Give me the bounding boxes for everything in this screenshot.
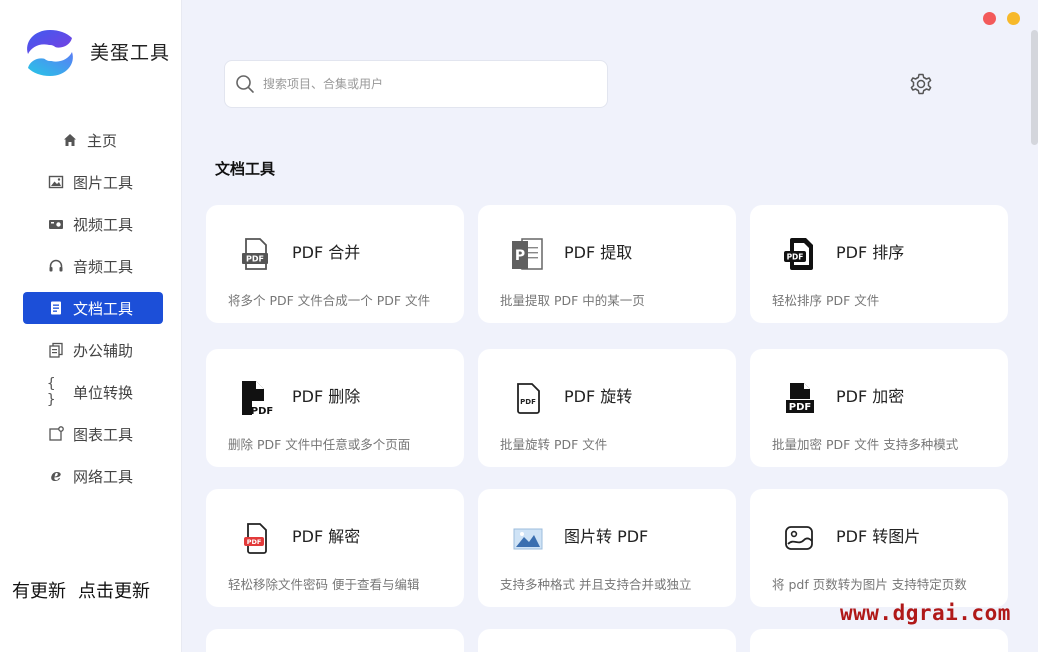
card-desc: 删除 PDF 文件中任意或多个页面 bbox=[228, 437, 411, 452]
card-desc: 轻松移除文件密码 便于查看与编辑 bbox=[228, 577, 420, 592]
card-desc: 轻松排序 PDF 文件 bbox=[772, 293, 880, 308]
card-partial[interactable] bbox=[750, 629, 1008, 652]
sidebar-item-label: 单位转换 bbox=[73, 383, 134, 402]
pdf-sort-icon: PDF bbox=[784, 238, 813, 270]
card-pdf-to-image[interactable]: PDF 转图片 将 pdf 页数转为图片 支持特定页数 bbox=[750, 489, 1008, 607]
card-image-to-pdf[interactable]: 图片转 PDF 支持多种格式 并且支持合并或独立 bbox=[478, 489, 736, 607]
pdf-to-image-icon bbox=[785, 526, 813, 550]
sidebar-item-unit-convert[interactable]: { } 单位转换 bbox=[23, 376, 163, 408]
browser-icon: e bbox=[50, 466, 62, 486]
card-pdf-rotate[interactable]: PDF PDF 旋转 批量旋转 PDF 文件 bbox=[478, 349, 736, 467]
sidebar-item-network-tools[interactable]: e 网络工具 bbox=[23, 460, 163, 492]
sidebar-item-home[interactable]: 主页 bbox=[23, 124, 163, 156]
card-desc: 支持多种格式 并且支持合并或独立 bbox=[500, 577, 692, 592]
card-pdf-extract[interactable]: P PDF 提取 批量提取 PDF 中的某一页 bbox=[478, 205, 736, 323]
app-name: 美蛋工具 bbox=[90, 42, 171, 64]
card-title: PDF 提取 bbox=[564, 243, 633, 262]
watermark: www.dgrai.com bbox=[840, 601, 1011, 625]
sidebar: 美蛋工具 主页 图片工具 视频工具 音频工具 文档工具 办公辅助 {} 单位转… bbox=[0, 0, 182, 652]
update-link[interactable]: 点击更新 bbox=[78, 581, 150, 602]
sidebar-item-label: 图表工具 bbox=[73, 425, 134, 444]
image-to-pdf-icon bbox=[513, 528, 543, 550]
card-desc: 批量加密 PDF 文件 支持多种模式 bbox=[772, 437, 959, 452]
card-desc: 批量旋转 PDF 文件 bbox=[500, 437, 608, 452]
sidebar-item-label: 音频工具 bbox=[73, 257, 134, 276]
pdf-decrypt-icon: PDF bbox=[244, 523, 267, 554]
sidebar-item-document-tools[interactable]: 文档工具 bbox=[23, 292, 163, 324]
card-partial[interactable] bbox=[478, 629, 736, 652]
sidebar-item-video-tools[interactable]: 视频工具 bbox=[23, 208, 163, 240]
search-icon bbox=[236, 75, 254, 93]
close-button[interactable] bbox=[983, 12, 996, 25]
card-title: PDF 旋转 bbox=[564, 387, 633, 406]
pdf-merge-icon: PDF bbox=[242, 238, 268, 270]
update-notice: 有更新 点击更新 bbox=[12, 577, 162, 603]
sidebar-item-image-tools[interactable]: 图片工具 bbox=[23, 166, 163, 198]
pdf-rotate-icon: PDF bbox=[517, 383, 540, 414]
card-title: PDF 加密 bbox=[836, 387, 905, 406]
gear-icon[interactable] bbox=[907, 70, 935, 98]
svg-text:PDF: PDF bbox=[246, 255, 264, 264]
app-logo bbox=[27, 30, 73, 76]
section-title: 文档工具 bbox=[215, 160, 276, 178]
image-icon bbox=[47, 173, 65, 191]
svg-text:PDF: PDF bbox=[247, 538, 262, 546]
headphones-icon bbox=[47, 257, 65, 275]
search-input[interactable] bbox=[263, 77, 583, 91]
svg-text:P: P bbox=[515, 248, 525, 264]
card-pdf-sort[interactable]: PDF PDF 排序 轻松排序 PDF 文件 bbox=[750, 205, 1008, 323]
chart-icon bbox=[47, 425, 65, 443]
card-title: PDF 解密 bbox=[292, 527, 361, 546]
card-desc: 批量提取 PDF 中的某一页 bbox=[500, 293, 645, 308]
sidebar-item-label: 主页 bbox=[87, 131, 118, 150]
svg-text:PDF: PDF bbox=[787, 253, 804, 262]
card-title: PDF 排序 bbox=[836, 243, 905, 262]
document-icon bbox=[47, 299, 65, 317]
sidebar-item-label: 办公辅助 bbox=[73, 341, 134, 360]
sidebar-item-label: 文档工具 bbox=[73, 299, 134, 318]
pdf-encrypt-icon: PDF bbox=[786, 383, 814, 413]
scrollbar[interactable] bbox=[1031, 30, 1038, 145]
svg-text:PDF: PDF bbox=[789, 402, 811, 413]
sidebar-item-label: 视频工具 bbox=[73, 215, 134, 234]
card-title: PDF 删除 bbox=[292, 387, 361, 406]
card-pdf-delete[interactable]: PDF PDF 删除 删除 PDF 文件中任意或多个页面 bbox=[206, 349, 464, 467]
video-icon bbox=[47, 215, 65, 233]
svg-text:PDF: PDF bbox=[520, 398, 536, 406]
update-status: 有更新 bbox=[12, 581, 66, 602]
card-title: PDF 合并 bbox=[292, 243, 361, 262]
svg-text:PDF: PDF bbox=[251, 406, 273, 417]
search-bar bbox=[224, 60, 608, 108]
sidebar-item-chart-tools[interactable]: 图表工具 bbox=[23, 418, 163, 450]
card-partial[interactable] bbox=[206, 629, 464, 652]
card-pdf-decrypt[interactable]: PDF PDF 解密 轻松移除文件密码 便于查看与编辑 bbox=[206, 489, 464, 607]
pdf-extract-icon: P bbox=[512, 238, 543, 270]
braces-icon: { } bbox=[47, 376, 56, 408]
card-title: PDF 转图片 bbox=[836, 527, 921, 546]
card-pdf-encrypt[interactable]: PDF PDF 加密 批量加密 PDF 文件 支持多种模式 bbox=[750, 349, 1008, 467]
card-desc: 将 pdf 页数转为图片 支持特定页数 bbox=[772, 577, 967, 592]
pdf-delete-icon: PDF bbox=[242, 381, 273, 417]
minimize-button[interactable] bbox=[1007, 12, 1020, 25]
card-pdf-merge[interactable]: PDF PDF 合并 将多个 PDF 文件合成一个 PDF 文件 bbox=[206, 205, 464, 323]
sidebar-item-label: 网络工具 bbox=[73, 467, 134, 486]
sidebar-item-audio-tools[interactable]: 音频工具 bbox=[23, 250, 163, 282]
copy-icon bbox=[47, 341, 65, 359]
card-desc: 将多个 PDF 文件合成一个 PDF 文件 bbox=[228, 293, 431, 308]
sidebar-item-label: 图片工具 bbox=[73, 173, 134, 192]
home-icon bbox=[61, 131, 79, 149]
sidebar-nav: 主页 图片工具 视频工具 音频工具 文档工具 办公辅助 {} 单位转换 图表工… bbox=[23, 124, 163, 502]
card-title: 图片转 PDF bbox=[564, 527, 649, 546]
sidebar-item-office-assist[interactable]: 办公辅助 bbox=[23, 334, 163, 366]
